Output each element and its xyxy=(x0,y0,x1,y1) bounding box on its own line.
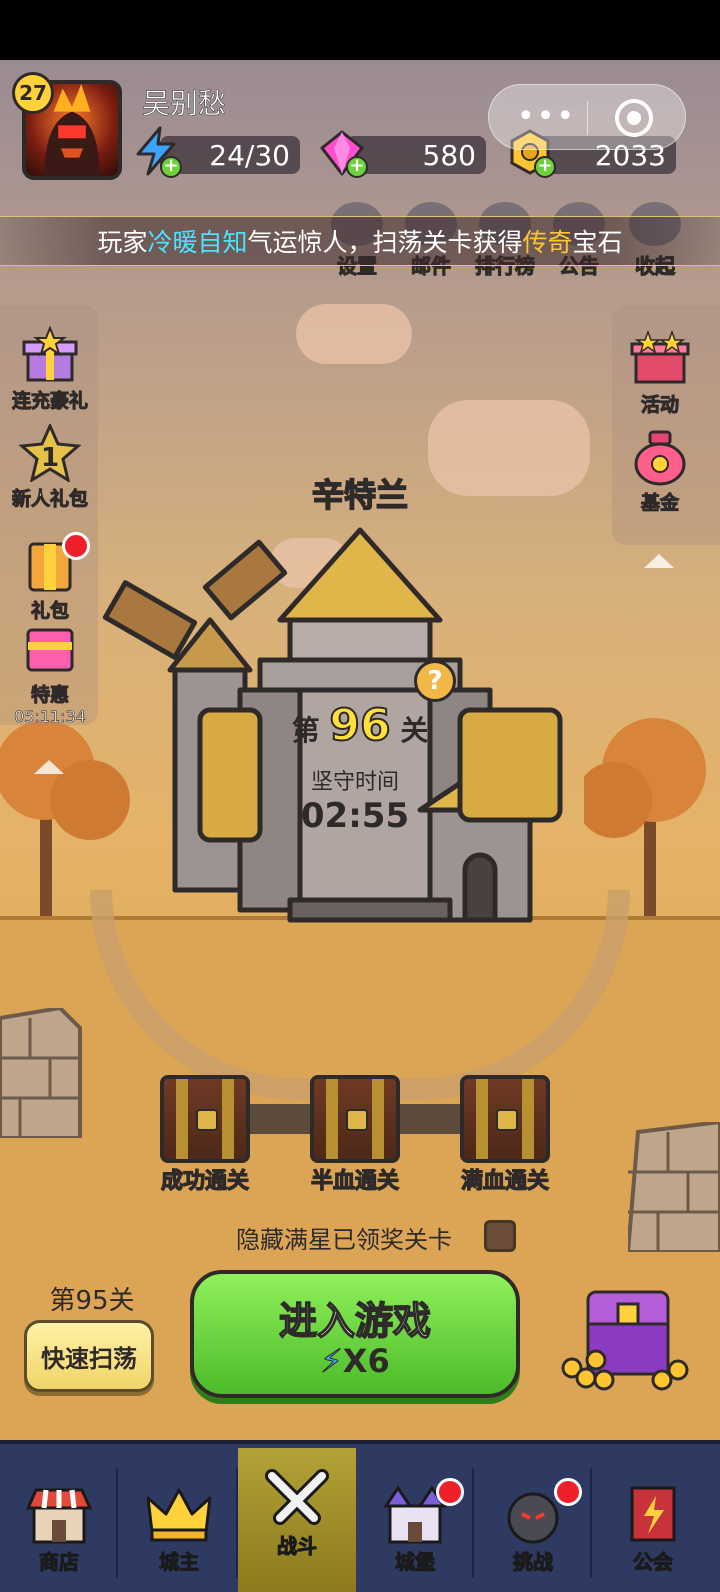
more-dots-icon[interactable]: ••• xyxy=(517,99,576,134)
chest-clear-label: 成功通关 xyxy=(160,1168,249,1194)
recharge-gift-button[interactable]: 连充豪礼 xyxy=(2,325,98,413)
nav-challenge-notification-dot xyxy=(554,1478,582,1506)
nav-guild-label: 公会 xyxy=(633,1550,674,1575)
energy-bolt-icon: ⚡ xyxy=(320,1342,343,1381)
hide-completed-checkbox[interactable] xyxy=(484,1220,516,1252)
announcement-suffix: 宝石 xyxy=(572,228,623,257)
enter-game-label: 进入游戏 xyxy=(278,1298,432,1344)
chest-half-hp-label: 半血通关 xyxy=(310,1168,399,1194)
announcement-prefix: 玩家 xyxy=(97,228,148,257)
event-box-icon xyxy=(630,329,690,384)
newbie-pack-badge: 1 xyxy=(41,443,59,473)
nav-shop[interactable]: 商店 xyxy=(0,1448,118,1592)
treasure-chest-icon xyxy=(310,1075,400,1163)
event-label: 活动 xyxy=(640,394,679,417)
chest-half-hp[interactable]: 半血通关 xyxy=(305,1075,405,1195)
special-offer-timer: 05:11:34 xyxy=(14,707,86,727)
nav-castle-notification-dot xyxy=(436,1478,464,1506)
chest-full-hp[interactable]: 满血通关 xyxy=(455,1075,555,1195)
nav-castle[interactable]: 城堡 xyxy=(356,1448,474,1592)
gift-pack-label: 礼包 xyxy=(30,600,69,623)
energy-value: 24/30 xyxy=(209,138,290,172)
nav-battle[interactable]: 战斗 xyxy=(238,1448,356,1592)
enter-game-cost-value: X6 xyxy=(342,1342,390,1380)
nav-battle-label: 战斗 xyxy=(277,1534,318,1559)
stone-ruin xyxy=(628,1122,720,1252)
treasure-chest-gold-icon[interactable] xyxy=(552,1284,692,1394)
level-help-button[interactable]: ? xyxy=(414,660,456,702)
enter-game-cost: ⚡X6 xyxy=(194,1342,516,1381)
miniprogram-capsule: ••• xyxy=(488,84,686,150)
announcement-player: 冷暖自知 xyxy=(147,228,248,257)
nav-challenge[interactable]: 挑战 xyxy=(474,1448,592,1592)
stage-prefix: 第 xyxy=(291,714,320,747)
autumn-tree xyxy=(584,718,706,920)
location-name: 辛特兰 xyxy=(311,475,409,515)
defend-time-label: 坚守时间 xyxy=(310,770,399,795)
nav-challenge-label: 挑战 xyxy=(513,1550,554,1575)
gift-box-icon xyxy=(22,325,78,382)
nav-castle-label: 城堡 xyxy=(395,1550,436,1575)
nav-lord-label: 城主 xyxy=(159,1550,200,1575)
left-panel-collapse-arrow[interactable] xyxy=(34,760,64,774)
stage-suffix: 关 xyxy=(400,714,429,747)
announcement-middle: 气运惊人，扫荡关卡获得 xyxy=(247,228,523,257)
shop-icon xyxy=(25,1488,93,1544)
crown-icon xyxy=(146,1488,212,1542)
stage-number-value: 96 xyxy=(328,699,391,752)
add-energy-button[interactable]: + xyxy=(160,156,182,178)
nav-lord[interactable]: 城主 xyxy=(120,1448,238,1592)
chest-full-hp-label: 满血通关 xyxy=(460,1168,549,1194)
special-offer-label: 特惠 xyxy=(30,684,69,707)
nav-guild[interactable]: 公会 xyxy=(594,1448,712,1592)
defend-time-value: 02:55 xyxy=(300,796,410,836)
special-chest-icon xyxy=(26,628,74,672)
add-gems-button[interactable]: + xyxy=(346,156,368,178)
enter-game-button[interactable]: 进入游戏 ⚡X6 xyxy=(190,1270,520,1398)
nav-shop-label: 商店 xyxy=(39,1550,80,1575)
bottom-navigation: 商店 城主 战斗 城堡 挑战 公会 xyxy=(0,1440,720,1592)
add-gold-button[interactable]: + xyxy=(534,156,556,178)
swords-icon xyxy=(265,1469,329,1525)
stage-number: 第 96 关 xyxy=(280,699,440,752)
treasure-chest-icon xyxy=(160,1075,250,1163)
sweep-level-label: 第95关 xyxy=(49,1286,135,1316)
cloud xyxy=(296,304,412,364)
capsule-divider xyxy=(587,101,588,135)
gift-pack-notification-dot xyxy=(62,532,90,560)
announcement-item: 传奇 xyxy=(522,228,573,257)
special-offer-button[interactable]: 特惠 05:11:34 xyxy=(2,620,98,726)
right-panel-collapse-arrow[interactable] xyxy=(644,554,674,568)
chest-clear[interactable]: 成功通关 xyxy=(155,1075,255,1195)
treasure-chest-icon xyxy=(460,1075,550,1163)
event-button[interactable]: 活动 xyxy=(612,329,708,417)
player-name: 吴别愁 xyxy=(142,87,227,121)
stone-ruin xyxy=(0,1008,82,1138)
hide-completed-label: 隐藏满星已领奖关卡 xyxy=(236,1226,452,1254)
announcement-banner: 玩家 冷暖自知 气运惊人，扫荡关卡获得 传奇 宝石 xyxy=(0,216,720,266)
player-level-badge: 27 xyxy=(12,72,54,114)
recharge-gift-label: 连充豪礼 xyxy=(11,390,88,413)
guild-banner-icon xyxy=(630,1486,676,1542)
gem-value: 580 xyxy=(422,138,476,172)
close-miniprogram-icon[interactable] xyxy=(615,99,653,137)
quick-sweep-button[interactable]: 快速扫荡 xyxy=(24,1320,154,1392)
